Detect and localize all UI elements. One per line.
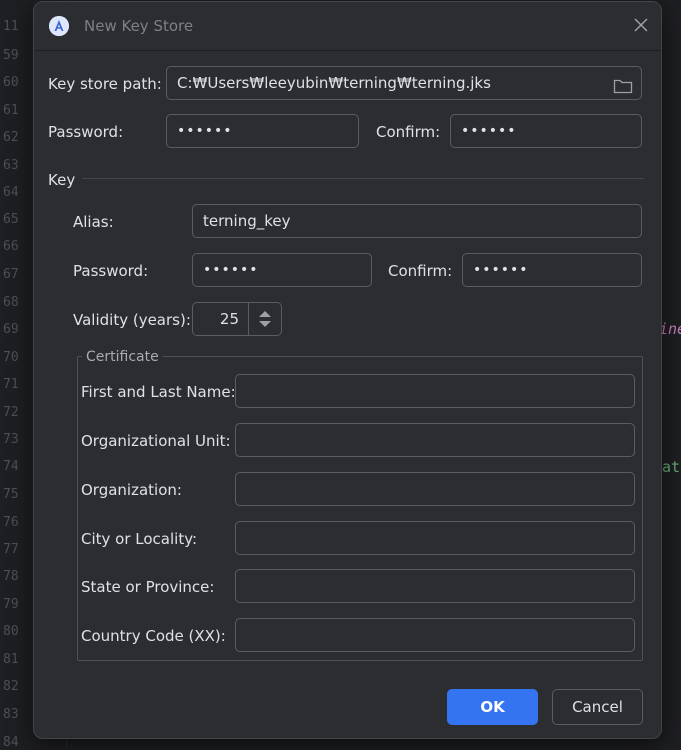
- close-icon[interactable]: [632, 16, 650, 34]
- keystore-password-field[interactable]: ••••••: [166, 114, 359, 148]
- keystore-password-label: Password:: [48, 123, 124, 141]
- line-number: 81: [3, 652, 19, 667]
- line-number: 68: [3, 295, 19, 310]
- line-number: 73: [3, 432, 19, 447]
- line-number: 79: [3, 597, 19, 612]
- first-last-name-label: First and Last Name:: [81, 383, 236, 401]
- validity-value: 25: [219, 310, 239, 328]
- line-number: 66: [3, 239, 19, 254]
- key-store-path-field[interactable]: C:₩Users₩leeyubin₩terning₩terning.jks: [166, 66, 642, 100]
- line-number: 70: [3, 350, 19, 365]
- key-section-divider: [82, 178, 644, 179]
- line-number: 60: [3, 75, 19, 90]
- city-field[interactable]: [235, 521, 635, 555]
- org-unit-field[interactable]: [235, 423, 635, 457]
- line-number: 74: [3, 459, 19, 474]
- line-number: 67: [3, 267, 19, 282]
- editor-code-fragment: at: [662, 458, 681, 476]
- certificate-title: Certificate: [82, 349, 163, 365]
- key-password-field[interactable]: ••••••: [192, 253, 372, 287]
- organization-label: Organization:: [81, 481, 182, 499]
- keystore-confirm-label: Confirm:: [376, 123, 441, 141]
- line-number: 64: [3, 185, 19, 200]
- key-section-label: Key: [48, 171, 76, 189]
- line-number: 76: [3, 515, 19, 530]
- key-password-label: Password:: [73, 262, 149, 280]
- cancel-button[interactable]: Cancel: [552, 689, 643, 725]
- android-studio-icon: [49, 16, 69, 36]
- line-number: 78: [3, 569, 19, 584]
- line-number: 62: [3, 130, 19, 145]
- country-code-field[interactable]: [235, 618, 635, 652]
- key-confirm-field[interactable]: ••••••: [462, 253, 642, 287]
- country-code-label: Country Code (XX):: [81, 627, 226, 645]
- keystore-confirm-field[interactable]: ••••••: [450, 114, 642, 148]
- ok-button[interactable]: OK: [447, 689, 538, 725]
- validity-label: Validity (years):: [73, 311, 191, 329]
- dialog-title: New Key Store: [84, 17, 194, 35]
- line-number: 84: [3, 735, 19, 750]
- line-number: 80: [3, 624, 19, 639]
- state-label: State or Province:: [81, 578, 215, 596]
- line-number: 65: [3, 212, 19, 227]
- line-number: 82: [3, 679, 19, 694]
- new-key-store-dialog: New Key Store Key store path: C:₩Users₩l…: [33, 1, 662, 739]
- city-label: City or Locality:: [81, 530, 198, 548]
- line-number: 77: [3, 542, 19, 557]
- line-number: 75: [3, 487, 19, 502]
- first-last-name-field[interactable]: [235, 374, 635, 408]
- key-store-path-label: Key store path:: [48, 75, 162, 93]
- line-number: 71: [3, 377, 19, 392]
- line-number: 63: [3, 158, 19, 173]
- folder-icon[interactable]: [613, 74, 633, 94]
- line-number: 59: [3, 48, 19, 63]
- org-unit-label: Organizational Unit:: [81, 432, 231, 450]
- key-confirm-label: Confirm:: [388, 262, 453, 280]
- validity-spinner[interactable]: 25: [192, 302, 282, 336]
- line-number: 72: [3, 405, 19, 420]
- alias-field[interactable]: terning_key: [192, 204, 642, 238]
- line-number: 69: [3, 322, 19, 337]
- dialog-titlebar: New Key Store: [34, 2, 661, 51]
- line-number: 61: [3, 103, 19, 118]
- key-store-path-value: C:₩Users₩leeyubin₩terning₩terning.jks: [177, 74, 491, 92]
- line-number: 83: [3, 707, 19, 722]
- alias-label: Alias:: [73, 213, 114, 231]
- line-number: 11: [3, 19, 19, 34]
- organization-field[interactable]: [235, 472, 635, 506]
- spinner-arrows-icon[interactable]: [248, 303, 281, 335]
- editor-code-fragment: ine: [659, 320, 681, 338]
- state-field[interactable]: [235, 569, 635, 603]
